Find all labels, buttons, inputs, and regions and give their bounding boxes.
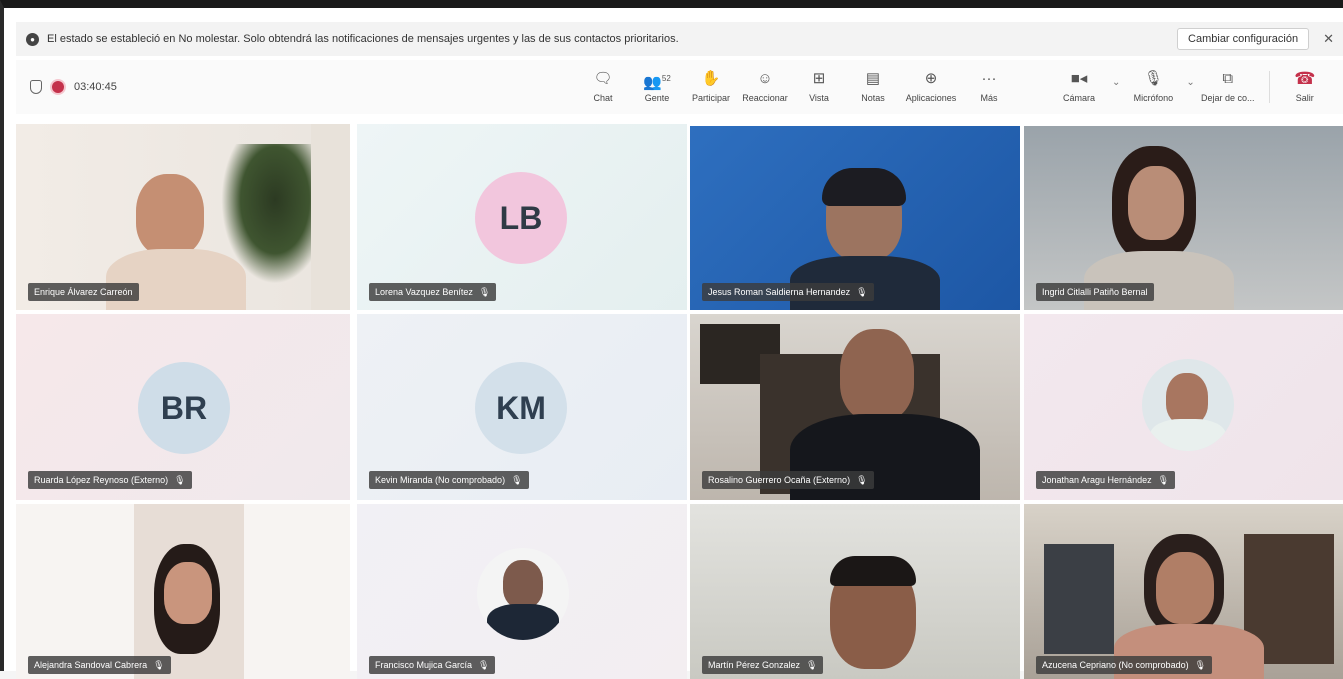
mic-muted-icon: 🎙 bbox=[478, 286, 491, 297]
people-button[interactable]: 👥52 Gente bbox=[630, 71, 684, 103]
mic-muted-icon: 🎙 bbox=[153, 659, 165, 670]
apps-button[interactable]: ⊕ Aplicaciones bbox=[900, 70, 962, 104]
meeting-actions: 🗨 Chat 👥52 Gente ✋ Participar ☺ Reaccionar ⊞… bbox=[576, 60, 1016, 114]
chevron-down-icon[interactable]: ⌄ bbox=[1186, 77, 1194, 88]
hand-icon: ✋ bbox=[701, 70, 721, 87]
teams-meeting-window: ● El estado se estableció en No molestar… bbox=[0, 0, 1343, 679]
recording-icon bbox=[52, 81, 64, 93]
participant-tile[interactable]: Jonathan Aragu Hernández 🎙 bbox=[1024, 314, 1343, 500]
avatar: KM bbox=[475, 362, 567, 454]
media-controls: ■◂ Cámara ⌄ 🎙 Micrófono ⌄ ⧉ Dejar de co... … bbox=[1046, 60, 1332, 114]
participant-tile[interactable]: KM Kevin Miranda (No comprobado) 🎙 bbox=[357, 314, 687, 500]
participant-tile[interactable]: Francisco Mujica García 🎙 bbox=[357, 504, 687, 679]
info-icon: ● bbox=[26, 32, 39, 46]
participant-name: Ruarda López Reynoso (Externo) 🎙 bbox=[28, 471, 192, 489]
participant-tile[interactable]: Alejandra Sandoval Cabrera 🎙 bbox=[16, 504, 350, 679]
participant-tile[interactable]: Ingrid Citlalli Patiño Bernal bbox=[1024, 126, 1343, 310]
notes-button[interactable]: ▤ Notas bbox=[846, 70, 900, 104]
participant-name: Azucena Cepriano (No comprobado) 🎙 bbox=[1036, 656, 1213, 674]
dnd-notification-bar: ● El estado se estableció en No molestar… bbox=[16, 22, 1343, 56]
apps-icon: ⊕ bbox=[924, 70, 938, 87]
more-icon: ··· bbox=[981, 70, 997, 87]
meeting-timer: 03:40:45 bbox=[74, 81, 117, 93]
mic-muted-icon: 🎙 bbox=[856, 474, 868, 485]
participant-tile[interactable]: Martín Pérez Gonzalez 🎙 bbox=[690, 504, 1020, 679]
mic-muted-icon: 🎙 bbox=[478, 659, 490, 670]
view-button[interactable]: ⊞ Vista bbox=[792, 70, 846, 104]
avatar: BR bbox=[138, 362, 230, 454]
mic-muted-icon: 🎙 bbox=[806, 659, 818, 670]
notes-icon: ▤ bbox=[865, 70, 881, 87]
more-button[interactable]: ··· Más bbox=[962, 70, 1016, 104]
participant-name: Ingrid Citlalli Patiño Bernal bbox=[1036, 283, 1154, 301]
mic-muted-icon: 🎙 bbox=[1157, 474, 1170, 485]
participant-name: Francisco Mujica García 🎙 bbox=[369, 656, 496, 674]
change-settings-button[interactable]: Cambiar configuración bbox=[1177, 28, 1310, 50]
notification-text: El estado se estableció en No molestar. … bbox=[47, 33, 679, 45]
stop-sharing-button[interactable]: ⧉ Dejar de co... bbox=[1195, 70, 1261, 104]
smiley-icon: ☺ bbox=[757, 70, 773, 87]
camera-button[interactable]: ■◂ Cámara bbox=[1046, 70, 1112, 104]
mic-muted-icon: 🎙 bbox=[1194, 659, 1207, 670]
participant-name: Alejandra Sandoval Cabrera 🎙 bbox=[28, 656, 171, 674]
camera-icon: ■◂ bbox=[1070, 70, 1088, 87]
avatar bbox=[477, 548, 569, 640]
participant-tile[interactable]: BR Ruarda López Reynoso (Externo) 🎙 bbox=[16, 314, 350, 500]
chat-button[interactable]: 🗨 Chat bbox=[576, 70, 630, 104]
participant-tile[interactable]: Rosalino Guerrero Ocaña (Externo) 🎙 bbox=[690, 314, 1020, 500]
leave-button[interactable]: ☎ Salir bbox=[1278, 69, 1332, 103]
participant-tile[interactable]: Enrique Álvarez Carreón bbox=[16, 124, 350, 310]
participant-name: Kevin Miranda (No comprobado) 🎙 bbox=[369, 471, 529, 489]
shield-icon bbox=[30, 80, 42, 94]
mic-muted-icon: 🎙 bbox=[856, 286, 868, 297]
share-screen-icon: ⧉ bbox=[1222, 70, 1234, 87]
avatar: LB bbox=[475, 172, 567, 264]
toolbar-divider bbox=[1268, 71, 1270, 103]
participant-name: Jonathan Aragu Hernández 🎙 bbox=[1036, 471, 1176, 489]
microphone-icon: 🎙 bbox=[1143, 70, 1163, 87]
participant-name: Lorena Vazquez Benítez 🎙 bbox=[369, 283, 497, 301]
participant-tile[interactable]: Jesus Roman Saldierna Hernandez 🎙 bbox=[690, 126, 1020, 310]
video-grid: Enrique Álvarez Carreón LB Lorena Vazque… bbox=[16, 124, 1343, 679]
chevron-down-icon[interactable]: ⌄ bbox=[1112, 77, 1120, 88]
participant-tile[interactable]: LB Lorena Vazquez Benítez 🎙 bbox=[357, 124, 687, 310]
participant-name: Enrique Álvarez Carreón bbox=[28, 283, 139, 301]
people-icon: 👥52 bbox=[643, 74, 671, 91]
participant-name: Jesus Roman Saldierna Hernandez 🎙 bbox=[702, 283, 874, 301]
participant-name: Rosalino Guerrero Ocaña (Externo) 🎙 bbox=[702, 471, 874, 489]
close-icon[interactable]: ✕ bbox=[1323, 31, 1334, 47]
participant-tile[interactable]: Azucena Cepriano (No comprobado) 🎙 bbox=[1024, 504, 1343, 679]
react-button[interactable]: ☺ Reaccionar bbox=[738, 70, 792, 104]
mic-muted-icon: 🎙 bbox=[174, 474, 186, 485]
meeting-status: 03:40:45 bbox=[16, 80, 117, 94]
avatar bbox=[1142, 359, 1234, 451]
meeting-toolbar: 03:40:45 🗨 Chat 👥52 Gente ✋ Participar ☺ Rea… bbox=[16, 60, 1343, 114]
mic-muted-icon: 🎙 bbox=[511, 474, 523, 485]
raise-hand-button[interactable]: ✋ Participar bbox=[684, 70, 738, 104]
chat-icon: 🗨 bbox=[593, 70, 613, 87]
grid-icon: ⊞ bbox=[812, 70, 826, 87]
mic-button[interactable]: 🎙 Micrófono bbox=[1120, 70, 1186, 104]
participant-name: Martín Pérez Gonzalez 🎙 bbox=[702, 656, 824, 674]
phone-hangup-icon: ☎ bbox=[1294, 69, 1316, 88]
